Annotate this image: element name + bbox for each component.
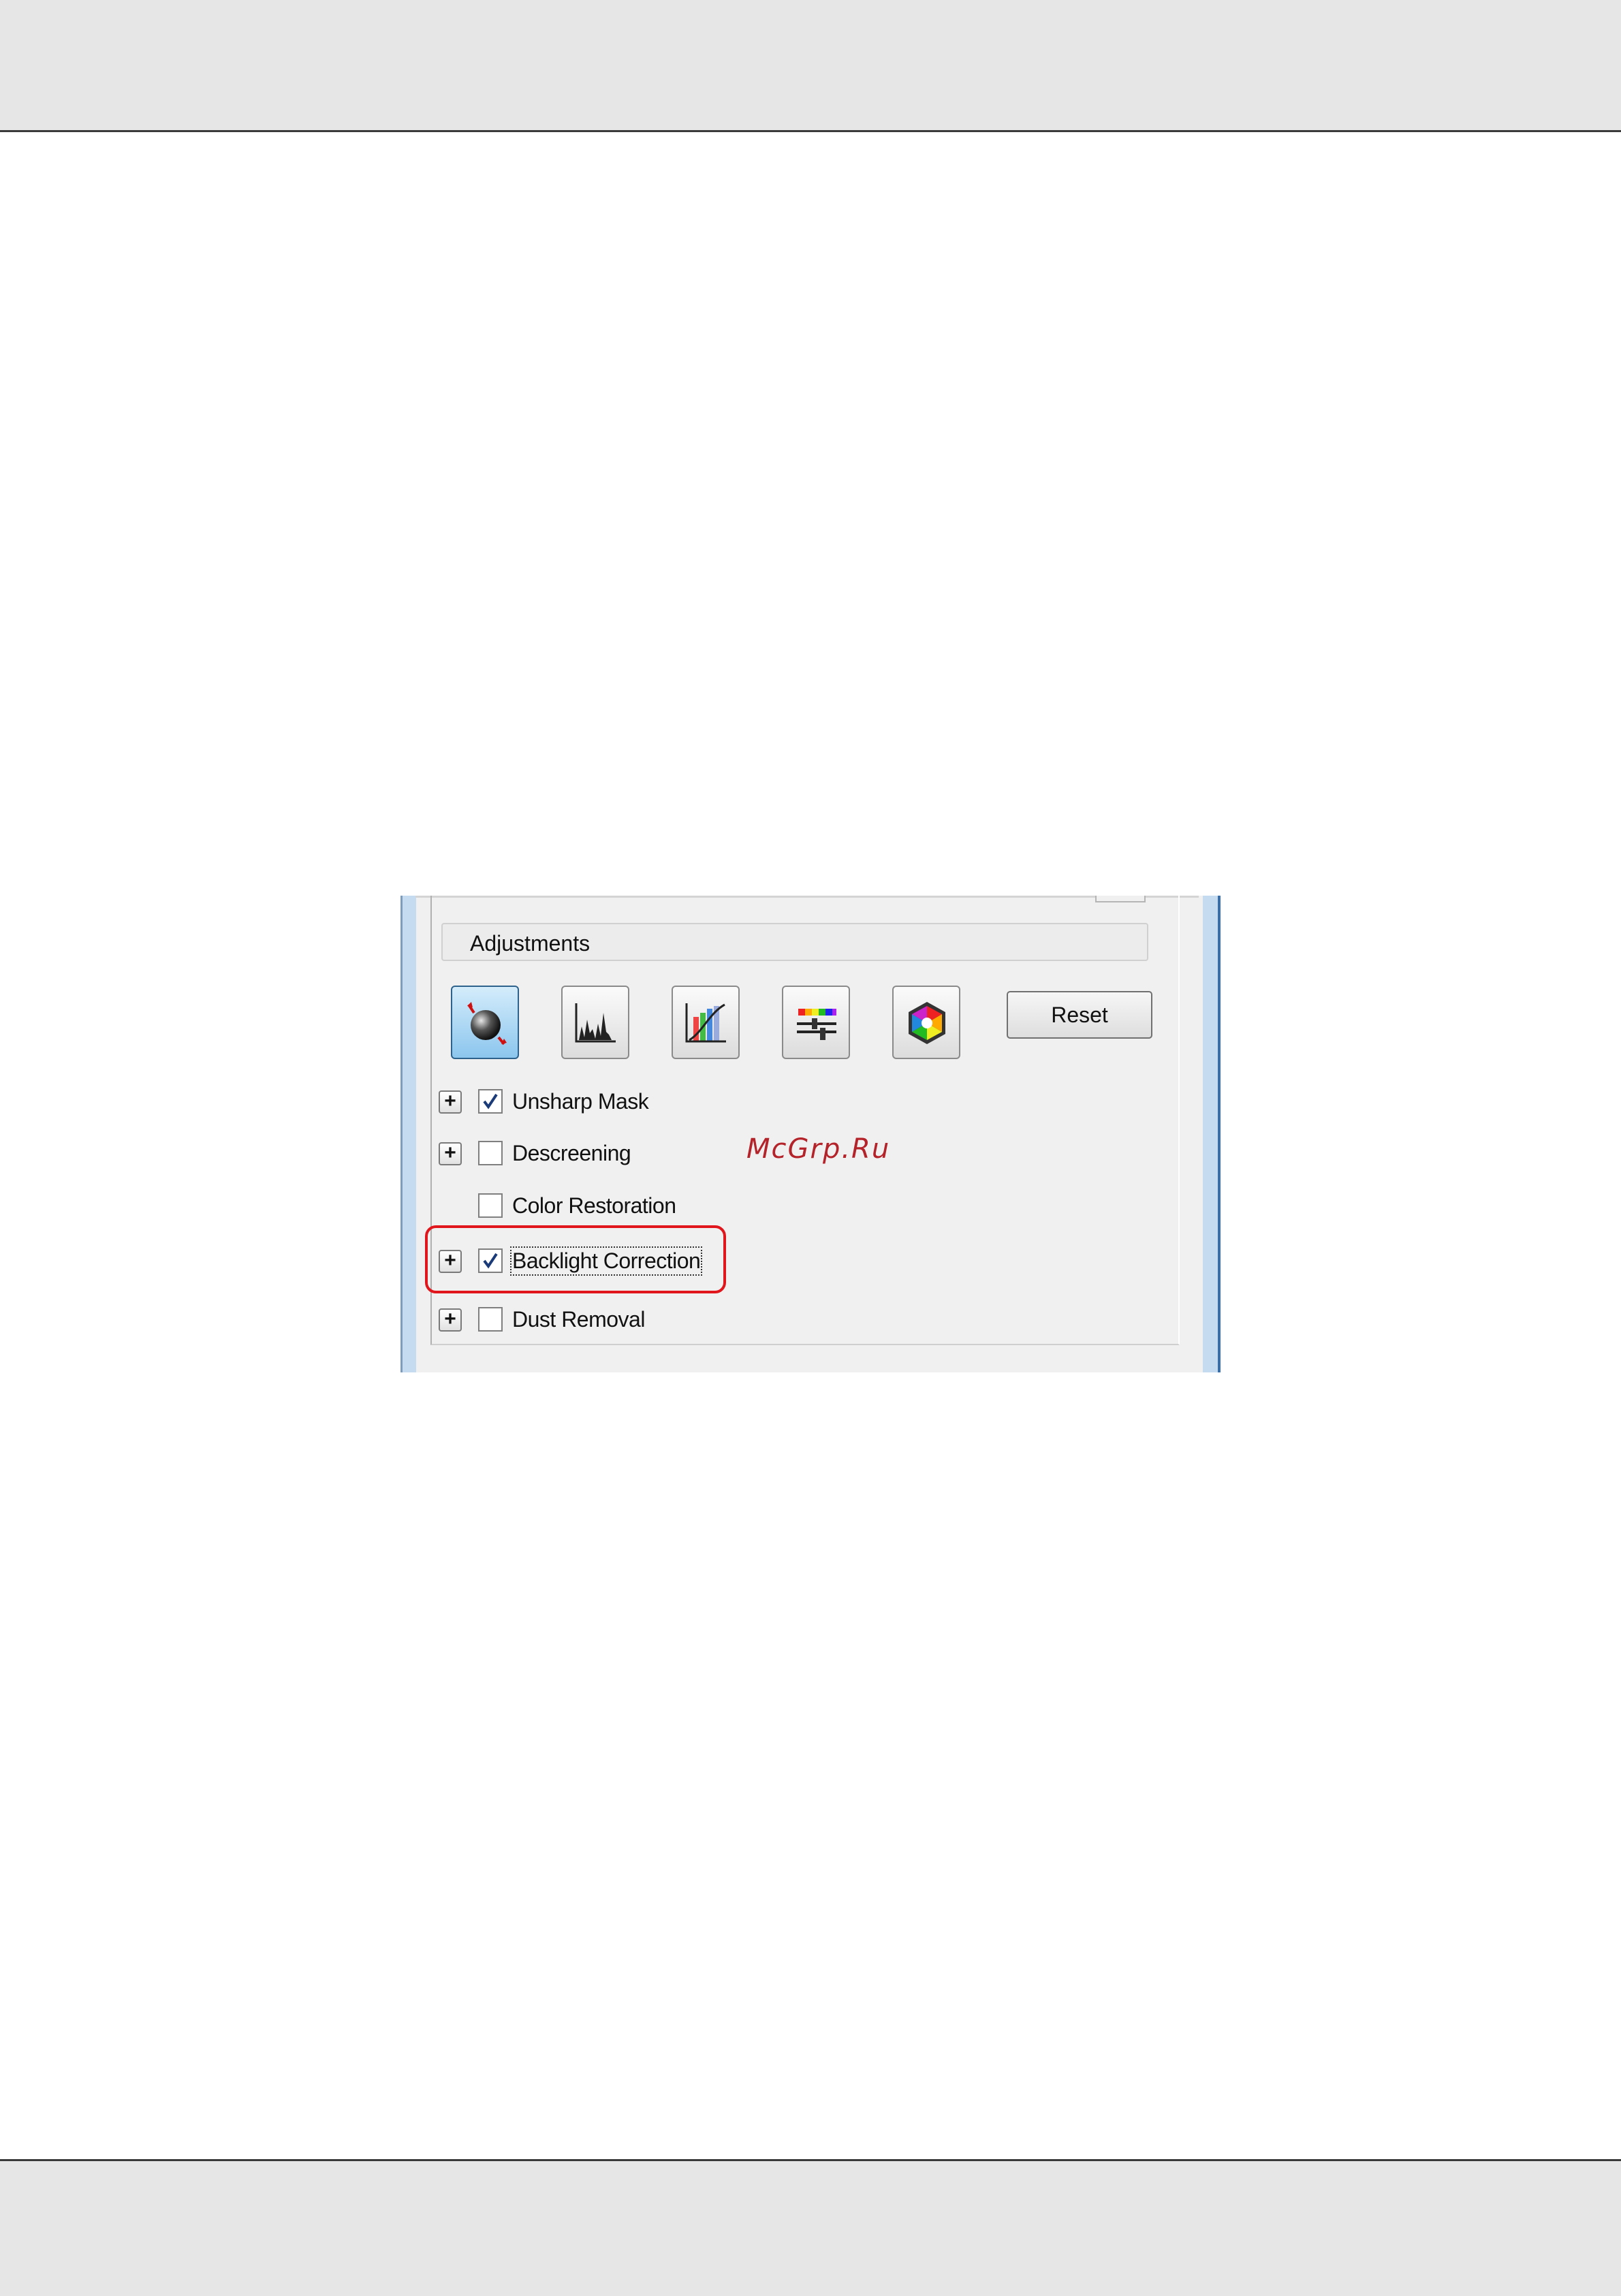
expand-icon[interactable]: + <box>439 1142 462 1165</box>
histogram-adjustment-button[interactable] <box>561 986 629 1059</box>
option-label: Dust Removal <box>512 1307 645 1332</box>
option-label: Color Restoration <box>512 1193 676 1218</box>
dust-removal-checkbox[interactable] <box>478 1307 503 1332</box>
window-frame-right <box>1203 896 1221 1372</box>
tone-correction-button[interactable] <box>672 986 740 1059</box>
image-adjustment-button[interactable] <box>782 986 850 1059</box>
histogram-icon <box>575 1003 616 1043</box>
option-label: Unsharp Mask <box>512 1089 649 1114</box>
watermark-text: McGrp.Ru <box>746 1133 891 1165</box>
tone-curve-icon <box>685 1003 726 1043</box>
reset-button[interactable]: Reset <box>1007 991 1152 1039</box>
section-title: Adjustments <box>470 931 591 956</box>
page-header <box>0 0 1621 132</box>
descreening-checkbox[interactable] <box>478 1141 503 1165</box>
section-header[interactable]: Adjustments <box>441 923 1148 961</box>
image-adjustment-icon <box>797 1009 836 1040</box>
highlight-callout <box>425 1225 726 1293</box>
auto-exposure-icon <box>467 1002 507 1045</box>
unsharp-mask-checkbox[interactable] <box>478 1089 503 1114</box>
expand-icon[interactable]: + <box>439 1090 462 1114</box>
color-palette-button[interactable] <box>892 986 960 1059</box>
auto-exposure-button[interactable] <box>451 986 519 1059</box>
checkmark-icon <box>483 1093 498 1110</box>
option-label: Descreening <box>512 1141 631 1165</box>
expand-icon[interactable]: + <box>439 1308 462 1332</box>
color-palette-icon <box>909 1002 945 1044</box>
color-restoration-checkbox[interactable] <box>478 1193 503 1218</box>
page-footer <box>0 2159 1621 2296</box>
window-frame-left <box>400 896 416 1372</box>
